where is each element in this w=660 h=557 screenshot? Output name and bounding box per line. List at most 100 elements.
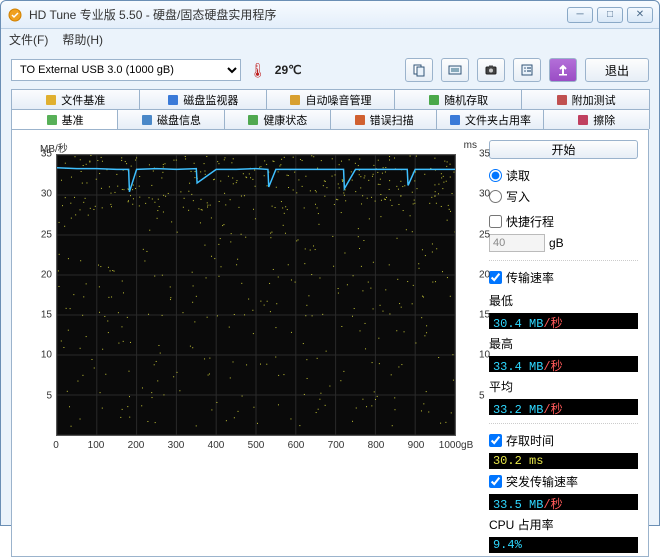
menu-file[interactable]: 文件(F) xyxy=(9,31,48,48)
tab-错误扫描[interactable]: 错误扫描 xyxy=(330,109,437,129)
chart-area: MB/秒 ms 3530252015105 3530252015105 0100… xyxy=(22,140,479,546)
x-tick: 700 xyxy=(328,440,345,451)
tab-磁盘信息[interactable]: 磁盘信息 xyxy=(117,109,224,129)
y-tick-left: 35 xyxy=(22,149,52,160)
x-tick: 1000gB xyxy=(439,440,473,451)
burst-rate-option[interactable]: 突发传输速率 xyxy=(489,473,638,490)
tab-label: 磁盘信息 xyxy=(157,112,201,128)
start-button[interactable]: 开始 xyxy=(489,140,638,159)
max-label: 最高 xyxy=(489,335,638,352)
tab-磁盘监视器[interactable]: 磁盘监视器 xyxy=(139,89,268,109)
y-tick-left: 25 xyxy=(22,229,52,240)
short-stroke-unit: gB xyxy=(549,236,564,250)
tab-label: 自动噪音管理 xyxy=(305,92,371,108)
y-tick-right: 25 xyxy=(479,229,497,240)
y-tick-left: 10 xyxy=(22,350,52,361)
tab-基准[interactable]: 基准 xyxy=(11,109,118,129)
window-title: HD Tune 专业版 5.50 - 硬盘/固态硬盘实用程序 xyxy=(29,6,567,23)
short-stroke-input xyxy=(489,234,545,252)
y-tick-right: 15 xyxy=(479,310,497,321)
burst-value: 33.5 MB/秒 xyxy=(489,494,638,510)
y-tick-left: 30 xyxy=(22,189,52,200)
x-tick: 600 xyxy=(288,440,305,451)
save-button[interactable] xyxy=(549,58,577,82)
y-tick-right: 30 xyxy=(479,189,497,200)
avg-value: 33.2 MB/秒 xyxy=(489,399,638,415)
tab-擦除[interactable]: 擦除 xyxy=(543,109,650,129)
device-select[interactable]: TO External USB 3.0 (1000 gB) xyxy=(11,59,241,81)
copy-info-button[interactable] xyxy=(405,58,433,82)
app-window: HD Tune 专业版 5.50 - 硬盘/固态硬盘实用程序 ─ □ ✕ 文件(… xyxy=(0,0,660,526)
tab-icon xyxy=(247,114,259,126)
tab-label: 文件基准 xyxy=(61,92,105,108)
menubar: 文件(F) 帮助(H) xyxy=(1,29,659,49)
minimize-button[interactable]: ─ xyxy=(567,7,593,23)
tab-label: 擦除 xyxy=(593,112,615,128)
tab-icon xyxy=(46,114,58,126)
tab-icon xyxy=(141,114,153,126)
options-button[interactable] xyxy=(513,58,541,82)
y-axis-right-label: ms xyxy=(464,140,477,151)
x-tick: 100 xyxy=(88,440,105,451)
tab-icon xyxy=(556,94,568,106)
results-pane: 开始 读取 写入 快捷行程 gB 传输速率 最低 30.4 MB/秒 最高 33… xyxy=(489,140,638,546)
transfer-rate-option[interactable]: 传输速率 xyxy=(489,269,638,286)
tab-label: 随机存取 xyxy=(444,92,488,108)
x-tick: 900 xyxy=(408,440,425,451)
close-button[interactable]: ✕ xyxy=(627,7,653,23)
tab-label: 健康状态 xyxy=(263,112,307,128)
y-tick-right: 10 xyxy=(479,350,497,361)
thermometer-icon: 🌡 xyxy=(249,62,267,79)
maximize-button[interactable]: □ xyxy=(597,7,623,23)
tab-icon xyxy=(577,114,589,126)
tab-label: 文件夹占用率 xyxy=(465,112,531,128)
y-tick-left: 5 xyxy=(22,390,52,401)
min-value: 30.4 MB/秒 xyxy=(489,313,638,329)
y-tick-right: 35 xyxy=(479,149,497,160)
x-tick: 200 xyxy=(128,440,145,451)
tabs: 文件基准 磁盘监视器 自动噪音管理 随机存取 附加测试 基准 磁盘信息 健康状态 错误扫描 文件… xyxy=(11,89,649,129)
temperature-value: 29℃ xyxy=(275,63,302,77)
tab-icon xyxy=(167,94,179,106)
toolbar: TO External USB 3.0 (1000 gB) 🌡 29℃ 退出 xyxy=(11,53,649,87)
avg-label: 平均 xyxy=(489,378,638,395)
y-tick-left: 15 xyxy=(22,310,52,321)
y-tick-right: 20 xyxy=(479,269,497,280)
app-icon xyxy=(7,7,23,23)
tab-文件夹占用率[interactable]: 文件夹占用率 xyxy=(436,109,543,129)
y-tick-right: 5 xyxy=(479,390,497,401)
read-option[interactable]: 读取 xyxy=(489,167,638,184)
write-option[interactable]: 写入 xyxy=(489,188,638,205)
x-tick: 500 xyxy=(248,440,265,451)
burst-rate-checkbox[interactable] xyxy=(489,475,502,488)
tab-icon xyxy=(289,94,301,106)
x-tick: 300 xyxy=(168,440,185,451)
short-stroke-option[interactable]: 快捷行程 xyxy=(489,213,638,230)
x-tick: 0 xyxy=(53,440,59,451)
benchmark-chart xyxy=(56,154,456,436)
tab-label: 附加测试 xyxy=(572,92,616,108)
tab-自动噪音管理[interactable]: 自动噪音管理 xyxy=(266,89,395,109)
tab-随机存取[interactable]: 随机存取 xyxy=(394,89,523,109)
cpu-value: 9.4% xyxy=(489,537,638,553)
save-screenshot-button[interactable] xyxy=(477,58,505,82)
max-value: 33.4 MB/秒 xyxy=(489,356,638,372)
tab-健康状态[interactable]: 健康状态 xyxy=(224,109,331,129)
tab-icon xyxy=(45,94,57,106)
exit-button[interactable]: 退出 xyxy=(585,58,649,82)
tab-文件基准[interactable]: 文件基准 xyxy=(11,89,140,109)
y-tick-left: 20 xyxy=(22,269,52,280)
x-tick: 400 xyxy=(208,440,225,451)
menu-help[interactable]: 帮助(H) xyxy=(62,31,103,48)
tab-label: 基准 xyxy=(62,112,84,128)
tab-icon xyxy=(449,114,461,126)
copy-screenshot-button[interactable] xyxy=(441,58,469,82)
tab-icon xyxy=(354,114,366,126)
x-tick: 800 xyxy=(368,440,385,451)
access-time-option[interactable]: 存取时间 xyxy=(489,432,638,449)
titlebar[interactable]: HD Tune 专业版 5.50 - 硬盘/固态硬盘实用程序 ─ □ ✕ xyxy=(1,1,659,29)
tab-icon xyxy=(428,94,440,106)
tab-label: 错误扫描 xyxy=(370,112,414,128)
tab-附加测试[interactable]: 附加测试 xyxy=(521,89,650,109)
tab-label: 磁盘监视器 xyxy=(183,92,238,108)
